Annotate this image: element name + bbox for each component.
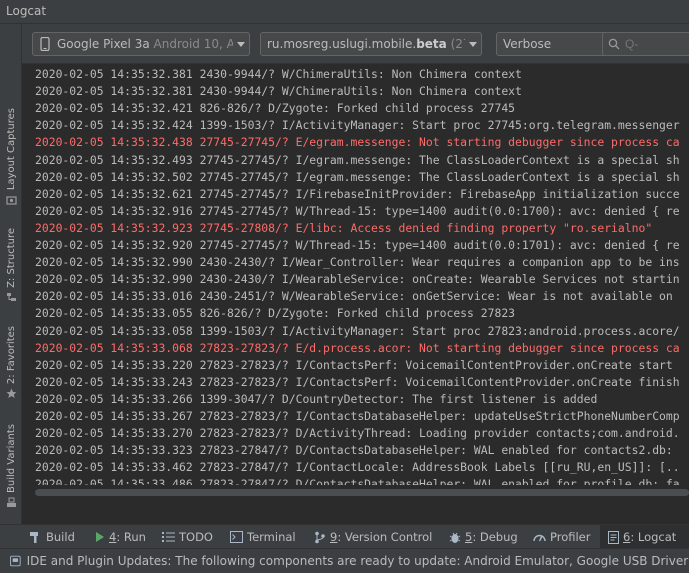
log-line: 2020-02-05 14:35:33.243 27823-27823/? I/… xyxy=(35,374,680,389)
panel-title: Logcat xyxy=(6,4,47,18)
scrollbar-thumb[interactable] xyxy=(35,489,689,496)
branch-icon xyxy=(315,531,325,543)
build-variants-label: Build Variants xyxy=(5,424,17,493)
log-line: 2020-02-05 14:35:32.421 826-826/? D/Zygo… xyxy=(35,101,516,116)
tab-profiler-label: Profiler xyxy=(550,530,591,544)
tab-logcat-label: : Logcat xyxy=(630,530,677,544)
process-prefix: ru.mosreg.uslugi.mobile. xyxy=(267,37,417,51)
notification-icon[interactable] xyxy=(10,555,21,567)
tab-debug-label: : Debug xyxy=(472,530,518,544)
log-line: 2020-02-05 14:35:33.016 2430-2451/? W/We… xyxy=(35,289,673,304)
layout-captures-label: Layout Captures xyxy=(5,108,17,191)
process-bold: beta xyxy=(416,37,447,51)
tab-todo[interactable]: TODO xyxy=(162,525,213,549)
tab-todo-label: TODO xyxy=(179,530,213,544)
build-variants-icon xyxy=(6,497,16,507)
horizontal-scrollbar[interactable] xyxy=(22,485,689,499)
structure-tab[interactable]: Z: Structure xyxy=(2,228,20,303)
tab-run-key: 4 xyxy=(109,530,117,544)
log-line: 2020-02-05 14:35:33.462 27823-27847/? I/… xyxy=(35,460,680,475)
log-line: 2020-02-05 14:35:32.990 2430-2430/? I/We… xyxy=(35,255,680,270)
log-line: 2020-02-05 14:35:33.267 27823-27823/? I/… xyxy=(35,409,680,423)
layout-captures-tab[interactable]: Layout Captures xyxy=(2,108,20,205)
process-selector[interactable]: ru.mosreg.uslugi.mobile.beta (2746 xyxy=(260,32,482,56)
status-message[interactable]: IDE and Plugin Updates: The following co… xyxy=(27,554,689,568)
logcat-toolbar: Google Pixel 3a Android 10, API ru.mosre… xyxy=(22,24,689,64)
tab-profiler[interactable]: Profiler xyxy=(533,525,591,549)
log-line: 2020-02-05 14:35:33.220 27823-27823/? I/… xyxy=(35,357,673,372)
terminal-icon xyxy=(230,531,243,543)
log-line: 2020-02-05 14:35:33.266 1399-3047/? D/Co… xyxy=(35,391,598,406)
hammer-icon xyxy=(30,532,38,543)
bug-icon xyxy=(449,532,461,543)
structure-label: Z: Structure xyxy=(5,228,17,288)
log-line: 2020-02-05 14:35:32.621 27745-27745/? I/… xyxy=(35,186,680,201)
tab-build[interactable]: Build xyxy=(28,525,75,549)
log-line: 2020-02-05 14:35:32.923 27745-27808/? E/… xyxy=(35,220,653,235)
favorites-label: 2: Favorites xyxy=(5,326,17,385)
log-line: 2020-02-05 14:35:32.502 27745-27745/? I/… xyxy=(35,169,680,184)
log-line: 2020-02-05 14:35:32.381 2430-9944/? W/Ch… xyxy=(35,67,522,81)
log-line: 2020-02-05 14:35:33.270 27823-27823/? D/… xyxy=(35,426,680,441)
log-level-value: Verbose xyxy=(503,37,552,51)
log-line: 2020-02-05 14:35:32.438 27745-27745/? E/… xyxy=(35,135,680,150)
log-search-box[interactable] xyxy=(602,32,689,56)
search-input[interactable] xyxy=(625,35,685,53)
log-line: 2020-02-05 14:35:33.055 826-826/? D/Zygo… xyxy=(35,306,516,321)
tab-version-control[interactable]: 9: Version Control xyxy=(314,525,432,549)
phone-icon xyxy=(40,37,50,51)
log-line: 2020-02-05 14:35:32.493 27745-27745/? I/… xyxy=(35,152,680,167)
tab-build-label: Build xyxy=(46,530,75,544)
log-line: 2020-02-05 14:35:32.916 27745-27745/? W/… xyxy=(35,203,680,218)
structure-icon xyxy=(6,292,16,301)
favorites-tab[interactable]: 2: Favorites xyxy=(2,326,20,399)
device-selector[interactable]: Google Pixel 3a Android 10, API xyxy=(32,32,250,56)
log-line: 2020-02-05 14:35:33.323 27823-27847/? D/… xyxy=(35,443,673,458)
tab-debug-key: 5 xyxy=(465,530,473,544)
tab-logcat[interactable]: 6: Logcat xyxy=(600,525,689,549)
tab-terminal[interactable]: Terminal xyxy=(230,525,296,549)
device-name: Google Pixel 3a xyxy=(57,37,150,51)
log-output[interactable]: 2020-02-05 14:35:32.381 2430-9944/? W/Ch… xyxy=(22,65,689,485)
build-variants-tab[interactable]: Build Variants xyxy=(2,424,20,508)
log-line: 2020-02-05 14:35:32.920 27745-27745/? W/… xyxy=(35,238,680,252)
search-icon xyxy=(608,38,620,50)
logcat-title-bar: Logcat xyxy=(0,0,689,24)
star-icon xyxy=(6,388,16,399)
log-line: 2020-02-05 14:35:33.486 27823-27847/? D/… xyxy=(35,477,680,485)
device-selector-text: Google Pixel 3a Android 10, API xyxy=(51,37,233,51)
chevron-down-icon xyxy=(233,33,249,55)
logcat-icon xyxy=(608,530,619,544)
log-level-selector[interactable]: Verbose xyxy=(496,32,616,56)
process-pid: (2746 xyxy=(450,37,465,51)
tab-run[interactable]: 4: Run xyxy=(95,525,146,549)
tab-vc-label: : Version Control xyxy=(337,530,433,544)
tab-run-label: : Run xyxy=(116,530,146,544)
left-tool-strip: Layout Captures Z: Structure 2: Favorite… xyxy=(0,24,22,548)
tab-logcat-key: 6 xyxy=(623,530,631,544)
tool-window-bar: Build 4: Run TODO Terminal 9: Version Co… xyxy=(0,524,689,549)
log-line: 2020-02-05 14:35:33.058 1399-1503/? I/Ac… xyxy=(35,323,680,338)
status-bar: IDE and Plugin Updates: The following co… xyxy=(0,548,689,573)
profiler-gauge-icon xyxy=(533,534,546,542)
log-line: 2020-02-05 14:35:32.990 2430-2430/? I/We… xyxy=(35,272,680,287)
todo-list-icon xyxy=(162,532,175,542)
tab-terminal-label: Terminal xyxy=(247,530,296,544)
play-icon xyxy=(96,532,104,542)
log-line: 2020-02-05 14:35:32.424 1399-1503/? I/Ac… xyxy=(35,118,680,133)
camera-icon xyxy=(5,196,17,205)
tab-vc-key: 9 xyxy=(330,530,338,544)
log-line: 2020-02-05 14:35:33.068 27823-27823/? E/… xyxy=(35,340,680,355)
log-line: 2020-02-05 14:35:32.381 2430-9944/? W/Ch… xyxy=(35,84,522,99)
tab-debug[interactable]: 5: Debug xyxy=(449,525,518,549)
chevron-down-icon xyxy=(465,33,481,55)
process-selector-text: ru.mosreg.uslugi.mobile.beta (2746 xyxy=(261,37,465,51)
device-detail: Android 10, API xyxy=(153,37,233,51)
